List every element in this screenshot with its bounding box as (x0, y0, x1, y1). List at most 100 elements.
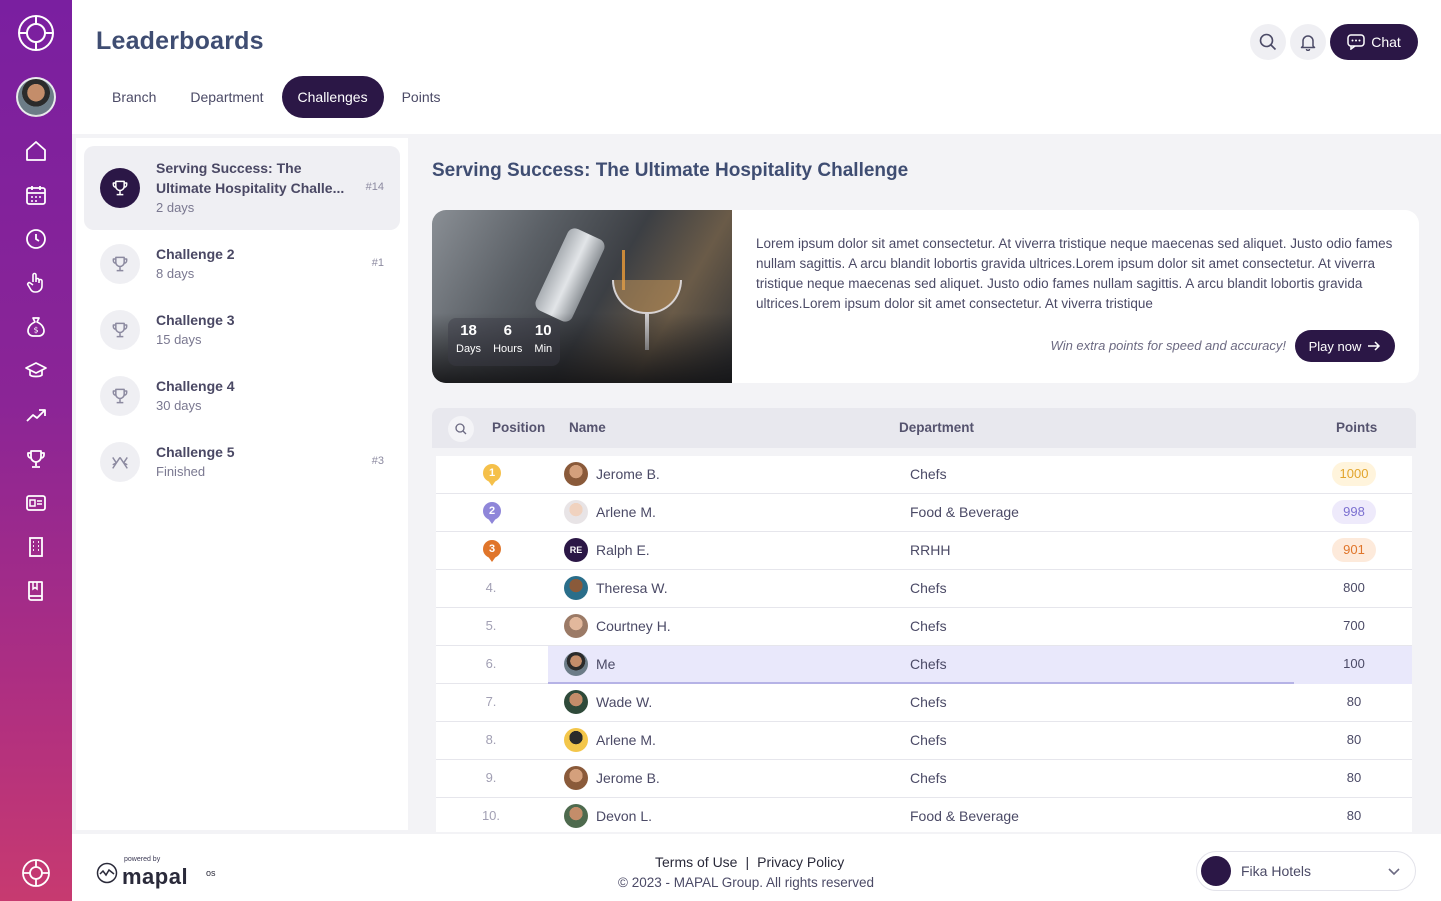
row-position: 5. (485, 618, 497, 633)
tab-department[interactable]: Department (174, 76, 279, 118)
money-bag-icon[interactable]: $ (24, 315, 48, 339)
challenge-hero-card: 18 Days 6 Hours 10 Min Lorem ipsum dolor si… (432, 210, 1419, 383)
trophy-icon (100, 376, 140, 416)
table-row[interactable]: 7. Wade W. Chefs 80 (436, 684, 1412, 722)
table-row[interactable]: 2 Arlene M. Food & Beverage 998 (436, 494, 1412, 532)
row-points: 100 (1343, 656, 1365, 671)
challenge-item[interactable]: Challenge 3 15 days (84, 304, 400, 356)
notifications-button[interactable] (1290, 24, 1326, 60)
challenge-duration: 30 days (156, 398, 202, 413)
row-position: 7. (485, 694, 497, 709)
avatar: RE (564, 538, 588, 562)
challenge-description: Lorem ipsum dolor sit amet consectetur. … (756, 236, 1393, 311)
table-row[interactable]: 4. Theresa W. Chefs 800 (436, 570, 1412, 608)
company-logo (1201, 856, 1231, 886)
row-name: Me (596, 656, 616, 672)
id-card-icon[interactable] (24, 491, 48, 515)
page-title: Leaderboards (96, 27, 264, 55)
company-selector[interactable]: Fika Hotels (1196, 851, 1416, 891)
settings-compass-icon[interactable] (20, 857, 52, 889)
challenge-item[interactable]: Serving Success: The Ultimate Hospitalit… (84, 146, 400, 230)
row-points: 80 (1346, 770, 1362, 785)
avatar (564, 804, 588, 828)
trend-up-icon[interactable] (24, 403, 48, 427)
trophy-icon[interactable] (24, 447, 48, 471)
table-row[interactable]: 8. Arlene M. Chefs 80 (436, 722, 1412, 760)
privacy-link[interactable]: Privacy Policy (757, 854, 844, 870)
chat-button[interactable]: Chat (1330, 24, 1418, 60)
row-department: Food & Beverage (910, 808, 1019, 824)
mapal-logo-icon[interactable] (17, 14, 55, 52)
avatar (564, 652, 588, 676)
calendar-icon[interactable] (24, 183, 48, 207)
table-row[interactable]: 10. Devon L. Food & Beverage 80 (436, 798, 1412, 832)
row-department: Chefs (910, 580, 947, 596)
row-position: 8. (485, 732, 497, 747)
row-department: Chefs (910, 466, 947, 482)
column-name[interactable]: Name (569, 420, 606, 435)
row-points: 80 (1346, 732, 1362, 747)
challenge-rank: #1 (371, 257, 384, 269)
table-row[interactable]: 5. Courtney H. Chefs 700 (436, 608, 1412, 646)
search-icon (1259, 33, 1277, 51)
table-row[interactable]: 9. Jerome B. Chefs 80 (436, 760, 1412, 798)
row-name: Devon L. (596, 808, 653, 824)
powered-by-text: powered by (124, 856, 161, 863)
search-button[interactable] (1250, 24, 1286, 60)
challenge-item[interactable]: Challenge 5 Finished #3 (84, 436, 400, 488)
tab-branch[interactable]: Branch (96, 76, 172, 118)
chevron-down-icon (1388, 868, 1400, 876)
row-department: Chefs (910, 656, 947, 672)
timer-days-value: 18 (460, 322, 477, 339)
svg-text:$: $ (33, 326, 38, 335)
row-department: Food & Beverage (910, 504, 1019, 520)
challenge-image: 18 Days 6 Hours 10 Min (432, 210, 732, 383)
tab-points[interactable]: Points (386, 76, 457, 118)
column-points[interactable]: Points (1336, 420, 1377, 435)
mapal-mark-icon (96, 862, 118, 884)
table-row-me[interactable]: 6. Me Chefs 100 (436, 646, 1412, 684)
home-icon[interactable] (24, 139, 48, 163)
column-department[interactable]: Department (899, 420, 974, 435)
row-name: Jerome B. (596, 466, 660, 482)
challenge-duration: Finished (156, 464, 206, 479)
timer-days-label: Days (456, 343, 482, 355)
challenge-duration: 2 days (156, 200, 195, 215)
table-search-button[interactable] (448, 416, 474, 442)
touch-icon[interactable] (24, 271, 48, 295)
table-row[interactable]: 3 RE Ralph E. RRHH 901 (436, 532, 1412, 570)
challenges-list: Serving Success: The Ultimate Hospitalit… (76, 138, 408, 830)
chat-label: Chat (1371, 34, 1401, 50)
building-icon[interactable] (24, 535, 48, 559)
company-name: Fika Hotels (1241, 863, 1312, 879)
countdown-timer: 18 Days 6 Hours 10 Min (448, 318, 561, 366)
finish-flags-icon (100, 442, 140, 482)
challenge-item[interactable]: Challenge 2 8 days #1 (84, 238, 400, 290)
challenge-item[interactable]: Challenge 4 30 days (84, 370, 400, 422)
row-position: 6. (485, 656, 497, 671)
row-points: 80 (1346, 808, 1362, 823)
book-icon[interactable] (24, 579, 48, 603)
row-department: Chefs (910, 732, 947, 748)
graduation-cap-icon[interactable] (24, 359, 48, 383)
row-name: Ralph E. (596, 542, 650, 558)
clock-user-icon[interactable] (24, 227, 48, 251)
user-avatar[interactable] (16, 77, 56, 117)
silver-medal-icon: 2 (483, 502, 501, 524)
brand-suffix: os (206, 868, 216, 878)
play-now-button[interactable]: Play now (1295, 330, 1395, 362)
leaderboard-table: 1 Jerome B. Chefs 1000 2 Arlene M. Food … (436, 456, 1412, 832)
challenge-rank: #3 (371, 455, 384, 467)
row-name: Wade W. (596, 694, 653, 710)
row-department: Chefs (910, 618, 947, 634)
column-position[interactable]: Position (492, 420, 545, 435)
table-row[interactable]: 1 Jerome B. Chefs 1000 (436, 456, 1412, 494)
trophy-icon (100, 168, 140, 208)
challenge-title: Challenge 2 (156, 246, 235, 262)
row-department: Chefs (910, 770, 947, 786)
tab-challenges[interactable]: Challenges (281, 76, 384, 118)
play-now-label: Play now (1308, 338, 1362, 354)
page-footer: powered by mapal os Terms of Use | Privacy… (72, 834, 1441, 901)
terms-link[interactable]: Terms of Use (655, 854, 737, 870)
row-name: Courtney H. (596, 618, 671, 634)
